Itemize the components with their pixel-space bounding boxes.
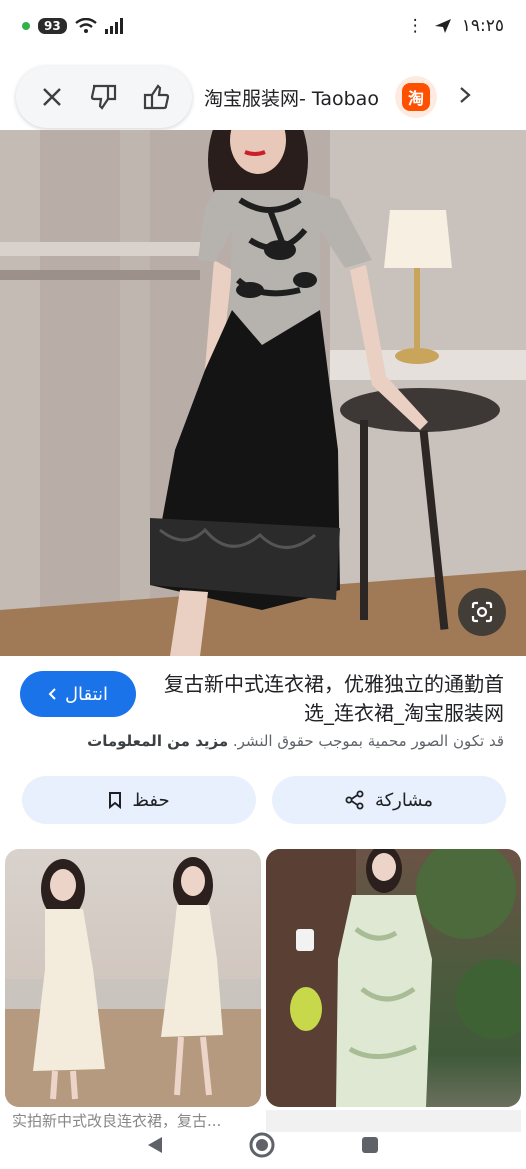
- copyright-text: قد تكون الصور محمية بموجب حقوق النشر.: [232, 732, 504, 750]
- share-button[interactable]: مشاركة: [272, 776, 506, 824]
- save-button[interactable]: حفظ: [22, 776, 256, 824]
- action-buttons: حفظ مشاركة: [0, 776, 526, 824]
- wifi-icon: [74, 18, 97, 33]
- back-icon[interactable]: [146, 1135, 164, 1155]
- app-bar: 淘宝服装网- Taobao 淘: [0, 62, 526, 132]
- chevron-right-icon: [460, 87, 471, 103]
- thumbs-up-button[interactable]: [136, 77, 176, 117]
- signal-icon: [104, 18, 123, 34]
- share-label: مشاركة: [374, 789, 434, 811]
- clock: ١٩:٢٥: [461, 16, 504, 36]
- thumbs-down-icon: [90, 84, 117, 110]
- lens-search-button[interactable]: [458, 588, 506, 636]
- privacy-indicator-dot: [22, 22, 30, 30]
- related-image-left[interactable]: [5, 849, 261, 1107]
- thumbs-up-icon: [143, 84, 170, 110]
- related-photo-right: [266, 849, 521, 1107]
- share-icon: [345, 790, 364, 810]
- result-title[interactable]: 复古新中式连衣裙，优雅独立的通勤首选_连衣裙_淘宝服装网: [158, 670, 504, 728]
- related-photo-left: [5, 857, 261, 1107]
- feedback-pill: [16, 66, 192, 128]
- battery-badge: 93: [38, 18, 67, 34]
- chevron-left-icon: [48, 688, 56, 700]
- taobao-logo-glyph: 淘: [401, 83, 430, 111]
- product-image[interactable]: [0, 130, 526, 656]
- visit-label: انتقال: [64, 683, 109, 705]
- thumbs-down-button[interactable]: [84, 77, 124, 117]
- learn-more-link[interactable]: مزيد من المعلومات: [87, 732, 228, 750]
- save-label: حفظ: [132, 789, 170, 811]
- close-button[interactable]: [32, 77, 72, 117]
- recents-icon[interactable]: [360, 1135, 380, 1155]
- home-icon[interactable]: [248, 1131, 276, 1159]
- send-icon: [434, 19, 451, 33]
- overflow-menu-icon: ⋮: [406, 16, 424, 36]
- visit-button[interactable]: انتقال: [20, 671, 136, 717]
- status-bar: 93 ⋮ ١٩:٢٥: [0, 0, 526, 52]
- copyright-notice: قد تكون الصور محمية بموجب حقوق النشر. مز…: [4, 732, 504, 750]
- open-site-button[interactable]: [459, 86, 471, 108]
- system-nav-bar: [0, 1120, 526, 1169]
- close-icon: [43, 88, 61, 106]
- site-title[interactable]: 淘宝服装网- Taobao: [204, 84, 379, 111]
- bookmark-icon: [109, 792, 122, 809]
- taobao-logo[interactable]: 淘: [394, 76, 437, 118]
- related-image-right[interactable]: [266, 849, 521, 1107]
- lens-icon: [471, 601, 493, 623]
- product-photo: [0, 130, 526, 656]
